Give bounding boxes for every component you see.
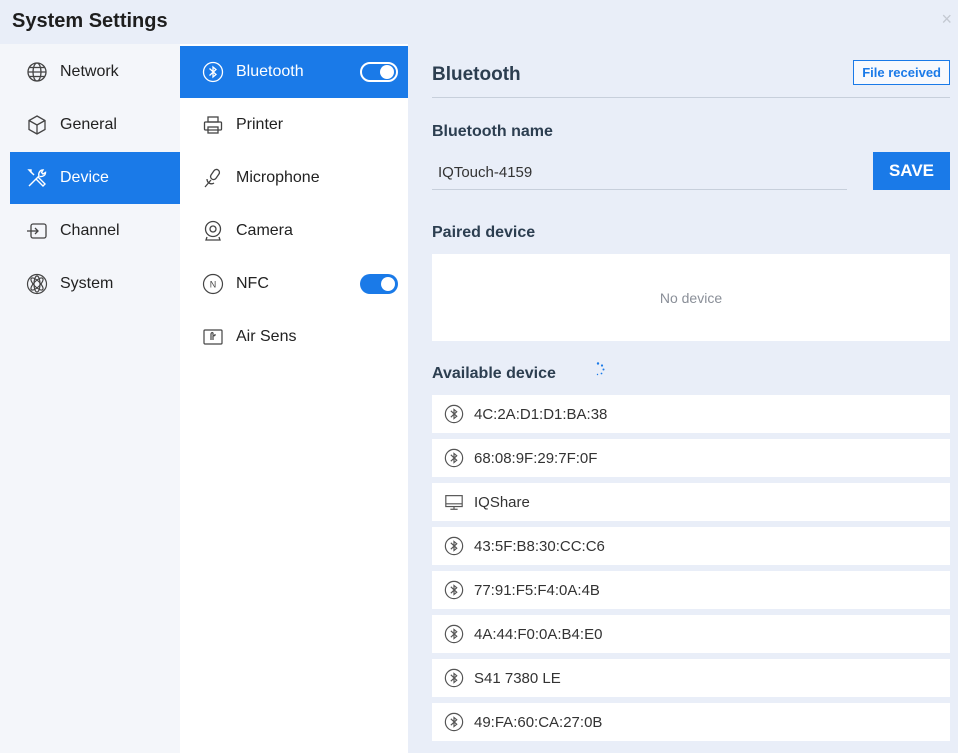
subnav-item-camera[interactable]: Camera [180, 205, 408, 257]
app-title: System Settings [12, 10, 168, 32]
nav-item-channel[interactable]: Channel [10, 205, 180, 257]
device-label: IQShare [474, 493, 530, 511]
subnav-label: Printer [236, 116, 284, 133]
no-device-text: No device [659, 289, 723, 306]
subnav-label: Bluetooth [236, 63, 304, 80]
nav-label: Device [60, 169, 109, 186]
device-row[interactable]: 77:91:F5:F4:0A:4B [432, 571, 950, 609]
nav-item-general[interactable]: General [10, 99, 180, 151]
nav-label: General [60, 116, 117, 133]
bluetooth-icon [444, 624, 464, 644]
microphone-icon [202, 167, 224, 189]
bluetooth-panel: Bluetooth File received Bluetooth name S… [408, 44, 958, 753]
bluetooth-icon [444, 404, 464, 424]
device-label: 49:FA:60:CA:27:0B [474, 713, 603, 731]
loading-spinner-icon [591, 362, 605, 376]
device-label: 77:91:F5:F4:0A:4B [474, 581, 600, 599]
category-nav: Network General Device Channel System [0, 44, 180, 753]
nav-label: System [60, 275, 114, 292]
device-row[interactable]: IQShare [432, 483, 950, 521]
bluetooth-toggle[interactable] [360, 62, 398, 82]
subnav-label: NFC [236, 275, 269, 292]
subnav-label: Camera [236, 222, 293, 239]
title-bar: System Settings × [0, 0, 958, 44]
subnav-item-nfc[interactable]: N NFC [180, 258, 408, 310]
atom-icon [26, 273, 48, 295]
subnav-label: Microphone [236, 169, 320, 186]
nfc-icon: N [202, 273, 224, 295]
paired-device-heading: Paired device [432, 224, 536, 241]
device-label: 68:08:9F:29:7F:0F [474, 449, 598, 467]
device-row[interactable]: 49:FA:60:CA:27:0B [432, 703, 950, 741]
paired-device-list: No device [432, 254, 950, 341]
printer-icon [202, 114, 224, 136]
monitor-icon [444, 492, 464, 512]
device-row[interactable]: 43:5F:B8:30:CC:C6 [432, 527, 950, 565]
bluetooth-icon [444, 580, 464, 600]
camera-icon [202, 220, 224, 242]
bluetooth-name-input[interactable] [432, 156, 847, 190]
device-label: S41 7380 LE [474, 669, 561, 687]
nav-label: Channel [60, 222, 120, 239]
divider [432, 97, 950, 98]
tools-icon [26, 167, 48, 189]
cube-icon [26, 114, 48, 136]
device-row[interactable]: 4C:2A:D1:D1:BA:38 [432, 395, 950, 433]
bluetooth-icon [444, 448, 464, 468]
bluetooth-icon [444, 668, 464, 688]
globe-icon [26, 61, 48, 83]
subnav-item-bluetooth[interactable]: Bluetooth [180, 46, 408, 98]
subnav-label: Air Sens [236, 328, 297, 345]
device-row[interactable]: S41 7380 LE [432, 659, 950, 697]
device-label: 43:5F:B8:30:CC:C6 [474, 537, 605, 555]
nfc-toggle[interactable] [360, 274, 398, 294]
subnav-item-printer[interactable]: Printer [180, 99, 408, 151]
device-subnav: Bluetooth Printer Microphone Camera N NF… [180, 44, 408, 753]
save-button[interactable]: SAVE [873, 152, 950, 190]
nav-item-device[interactable]: Device [10, 152, 180, 204]
bluetooth-name-heading: Bluetooth name [432, 123, 553, 140]
device-label: 4C:2A:D1:D1:BA:38 [474, 405, 608, 423]
input-arrow-icon [26, 220, 48, 242]
nav-item-system[interactable]: System [10, 258, 180, 310]
device-row[interactable]: 4A:44:F0:0A:B4:E0 [432, 615, 950, 653]
nav-item-network[interactable]: Network [10, 46, 180, 98]
bluetooth-icon [444, 712, 464, 732]
bluetooth-icon [202, 61, 224, 83]
bluetooth-icon [444, 536, 464, 556]
device-label: 4A:44:F0:0A:B4:E0 [474, 625, 603, 643]
device-row[interactable]: 68:08:9F:29:7F:0F [432, 439, 950, 477]
svg-text:N: N [210, 280, 217, 290]
air-sensor-icon [202, 326, 224, 348]
close-icon[interactable]: × [941, 10, 952, 28]
subnav-item-microphone[interactable]: Microphone [180, 152, 408, 204]
available-device-heading: Available device [432, 365, 556, 382]
nav-label: Network [60, 63, 119, 80]
file-received-button[interactable]: File received [853, 60, 950, 85]
subnav-item-air-sens[interactable]: Air Sens [180, 311, 408, 363]
panel-title: Bluetooth [432, 64, 521, 85]
